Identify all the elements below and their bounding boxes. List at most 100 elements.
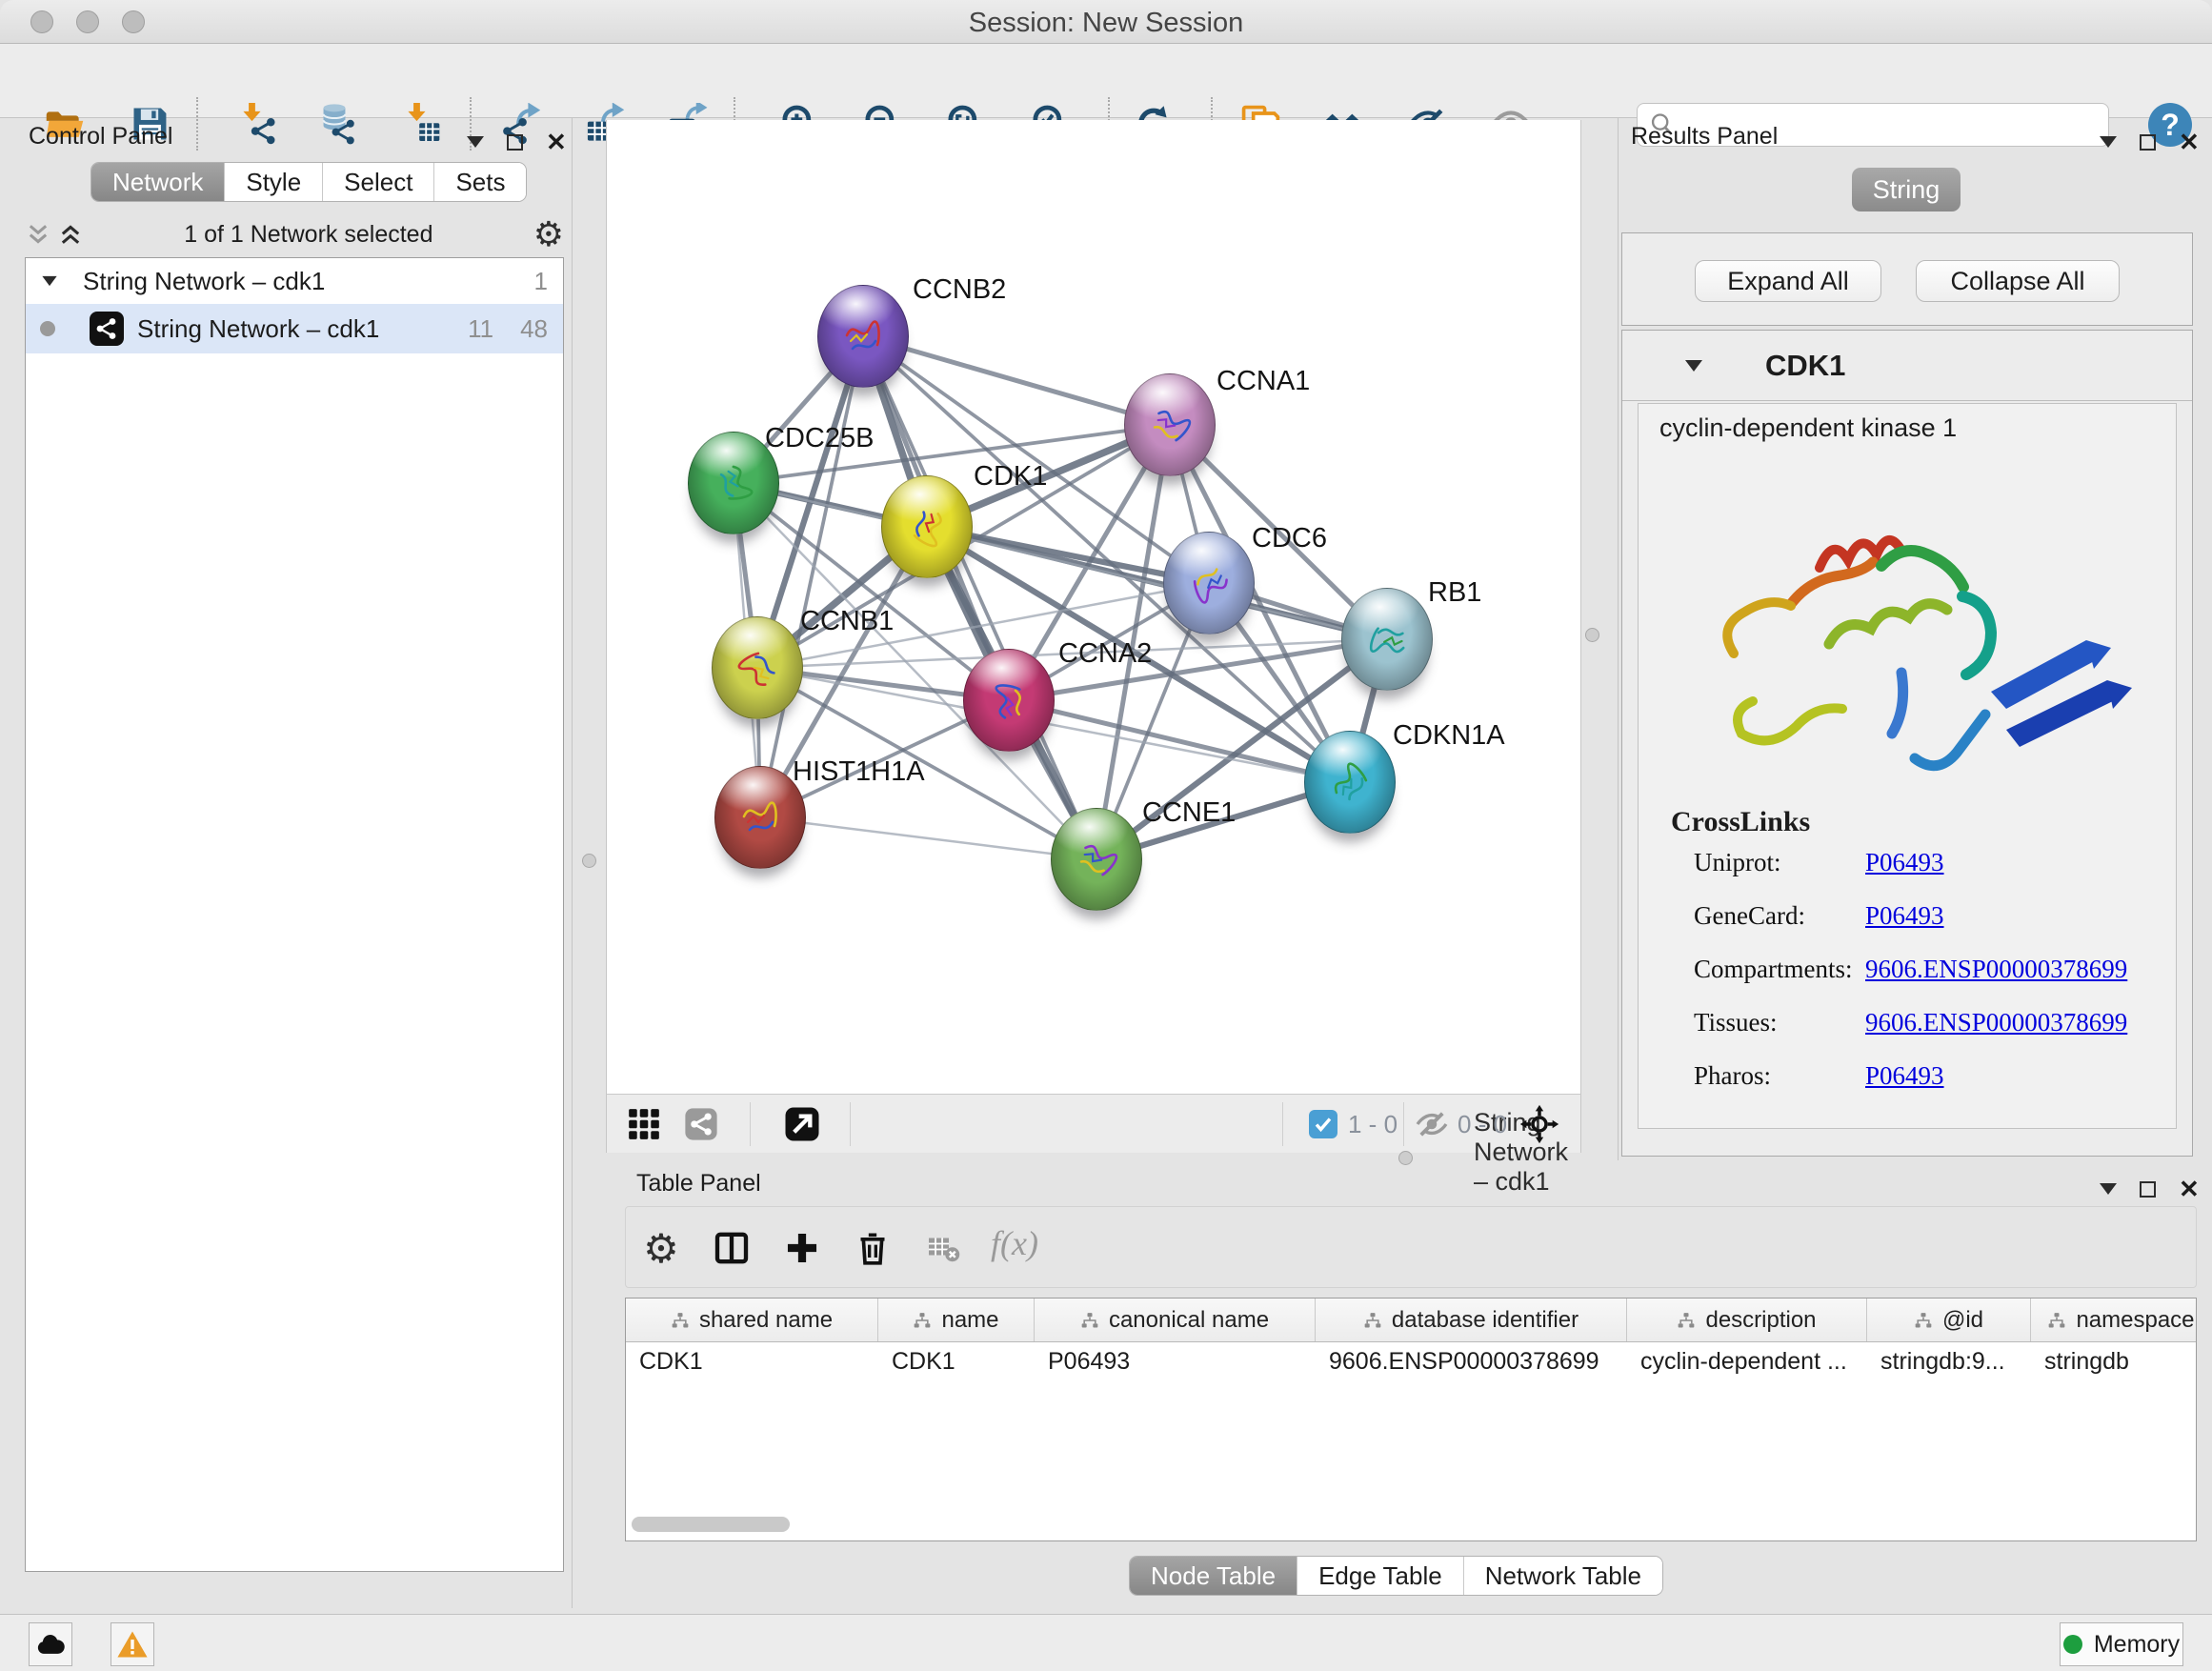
node-CCNA1[interactable] (1124, 373, 1216, 476)
node-CCNE1[interactable] (1051, 808, 1142, 911)
column-label: database identifier (1392, 1307, 1579, 1334)
edge-CCNB2-HIST1H1A[interactable] (760, 336, 863, 817)
column-header-canonical-name[interactable]: canonical name (1035, 1299, 1316, 1341)
tab-node-table[interactable]: Node Table (1130, 1557, 1297, 1595)
open-in-window-icon[interactable] (782, 1104, 822, 1144)
column-header-shared-name[interactable]: shared name (626, 1299, 878, 1341)
toolbar-separator (850, 1102, 851, 1146)
gene-description: cyclin-dependent kinase 1 (1659, 413, 1957, 443)
crosslink-link[interactable]: 9606.ENSP00000378699 (1865, 955, 2127, 984)
node-label-RB1: RB1 (1428, 577, 1481, 609)
import-table-file-icon[interactable] (400, 101, 446, 147)
node-CCNB2[interactable] (817, 285, 909, 388)
import-network-file-icon[interactable] (235, 101, 281, 147)
maximize-panel-icon[interactable] (507, 134, 523, 151)
cloud-status-button[interactable] (29, 1622, 72, 1666)
network-share-icon[interactable] (681, 1104, 721, 1144)
collapse-all-networks-icon[interactable] (25, 221, 51, 248)
table-horizontal-scrollbar[interactable] (632, 1517, 790, 1532)
table-cell[interactable]: P06493 (1035, 1342, 1316, 1382)
maximize-panel-icon[interactable] (2140, 134, 2156, 151)
network-row-selected[interactable]: String Network – cdk1 11 48 (26, 304, 563, 353)
edge-CCNE1-HIST1H1A[interactable] (760, 817, 1096, 859)
grid-view-icon[interactable] (624, 1104, 664, 1144)
column-header-database-identifier[interactable]: database identifier (1316, 1299, 1627, 1341)
column-header-description[interactable]: description (1627, 1299, 1867, 1341)
add-column-icon[interactable] (778, 1224, 826, 1272)
collection-count: 1 (534, 267, 548, 296)
node-CDK1[interactable] (881, 475, 973, 578)
expand-all-networks-icon[interactable] (57, 221, 84, 248)
protein-thumbnail (899, 499, 956, 556)
tab-style[interactable]: Style (225, 163, 323, 201)
column-header--id[interactable]: @id (1867, 1299, 2031, 1341)
tab-network[interactable]: Network (91, 163, 225, 201)
node-label-CCNE1: CCNE1 (1142, 797, 1236, 829)
collapse-all-button[interactable]: Collapse All (1916, 260, 2120, 302)
tab-sets[interactable]: Sets (434, 163, 526, 201)
crosslink-label: Pharos: (1694, 1061, 1865, 1091)
crosslink-link[interactable]: P06493 (1865, 848, 1944, 877)
float-panel-icon[interactable] (2100, 136, 2117, 148)
memory-button[interactable]: Memory (2060, 1622, 2183, 1666)
selected-checkbox-icon[interactable] (1309, 1110, 1337, 1138)
toolbar-separator (750, 1102, 751, 1146)
hidden-eye-icon[interactable] (1412, 1104, 1452, 1144)
network-options-gear-icon[interactable]: ⚙ (533, 217, 564, 252)
tab-select[interactable]: Select (323, 163, 434, 201)
crosslink-label: Compartments: (1694, 955, 1865, 984)
table-cell[interactable]: CDK1 (878, 1342, 1035, 1382)
gene-section-header[interactable]: CDK1 (1622, 331, 2192, 401)
tab-network-table[interactable]: Network Table (1464, 1557, 1662, 1595)
network-canvas[interactable]: CCNB2 CCNA1 CDC25B CDK1 CDC6 RB1 (606, 120, 1581, 1094)
maximize-panel-icon[interactable] (2140, 1181, 2156, 1198)
results-tab-string[interactable]: String (1852, 168, 1961, 211)
toolbar-separator (1282, 1102, 1283, 1146)
column-label: @id (1942, 1307, 1983, 1334)
node-CDKN1A[interactable] (1304, 731, 1396, 834)
column-header-namespace[interactable]: namespace (2031, 1299, 2197, 1341)
node-CCNB1[interactable] (712, 616, 803, 719)
table-cell[interactable]: stringdb (2031, 1342, 2197, 1382)
crosslink-link[interactable]: 9606.ENSP00000378699 (1865, 1008, 2127, 1037)
function-builder-icon[interactable]: f(x) (991, 1223, 1038, 1263)
gene-collapse-icon[interactable] (1685, 360, 1702, 372)
warnings-button[interactable] (111, 1622, 154, 1666)
panel-divider (1618, 118, 1619, 1160)
table-settings-gear-icon[interactable]: ⚙ (637, 1224, 685, 1272)
float-panel-icon[interactable] (467, 136, 484, 148)
node-CCNA2[interactable] (963, 649, 1055, 752)
column-header-name[interactable]: name (878, 1299, 1035, 1341)
collection-expand-icon[interactable] (42, 276, 56, 286)
delete-table-icon[interactable] (919, 1224, 967, 1272)
protein-thumbnail (733, 790, 790, 847)
birdseye-view-icon[interactable] (1519, 1104, 1559, 1144)
results-panel-window-controls: ✕ (2100, 130, 2200, 154)
table-cell[interactable]: stringdb:9... (1867, 1342, 2031, 1382)
crosslink-link[interactable]: P06493 (1865, 901, 1944, 931)
import-network-database-icon[interactable] (314, 101, 360, 147)
table-cell[interactable]: 9606.ENSP00000378699 (1316, 1342, 1627, 1382)
close-panel-icon[interactable]: ✕ (2179, 130, 2200, 154)
crosslink-row: GeneCard: P06493 (1694, 901, 2161, 931)
node-label-CCNB1: CCNB1 (800, 606, 894, 637)
column-type-icon (913, 1311, 932, 1330)
node-RB1[interactable] (1341, 588, 1433, 691)
crosslink-link[interactable]: P06493 (1865, 1061, 1944, 1091)
table-cell[interactable]: cyclin-dependent ... (1627, 1342, 1867, 1382)
node-CDC6[interactable] (1163, 532, 1255, 634)
expand-all-button[interactable]: Expand All (1695, 260, 1881, 302)
close-panel-icon[interactable]: ✕ (2179, 1177, 2200, 1201)
table-cell[interactable]: CDK1 (626, 1342, 878, 1382)
network-collection-row[interactable]: String Network – cdk1 1 (26, 258, 563, 304)
control-panel-tabs: Network Style Select Sets (90, 162, 527, 202)
show-columns-icon[interactable] (708, 1224, 755, 1272)
horizontal-splitter-handle[interactable] (1398, 1151, 1413, 1165)
float-panel-icon[interactable] (2100, 1183, 2117, 1195)
table-row[interactable]: CDK1CDK1P064939606.ENSP00000378699cyclin… (626, 1342, 2196, 1382)
tab-edge-table[interactable]: Edge Table (1297, 1557, 1464, 1595)
close-panel-icon[interactable]: ✕ (546, 130, 567, 154)
delete-column-icon[interactable] (849, 1224, 896, 1272)
vertical-splitter-handle[interactable] (1585, 628, 1599, 642)
vertical-splitter-handle[interactable] (582, 854, 596, 868)
